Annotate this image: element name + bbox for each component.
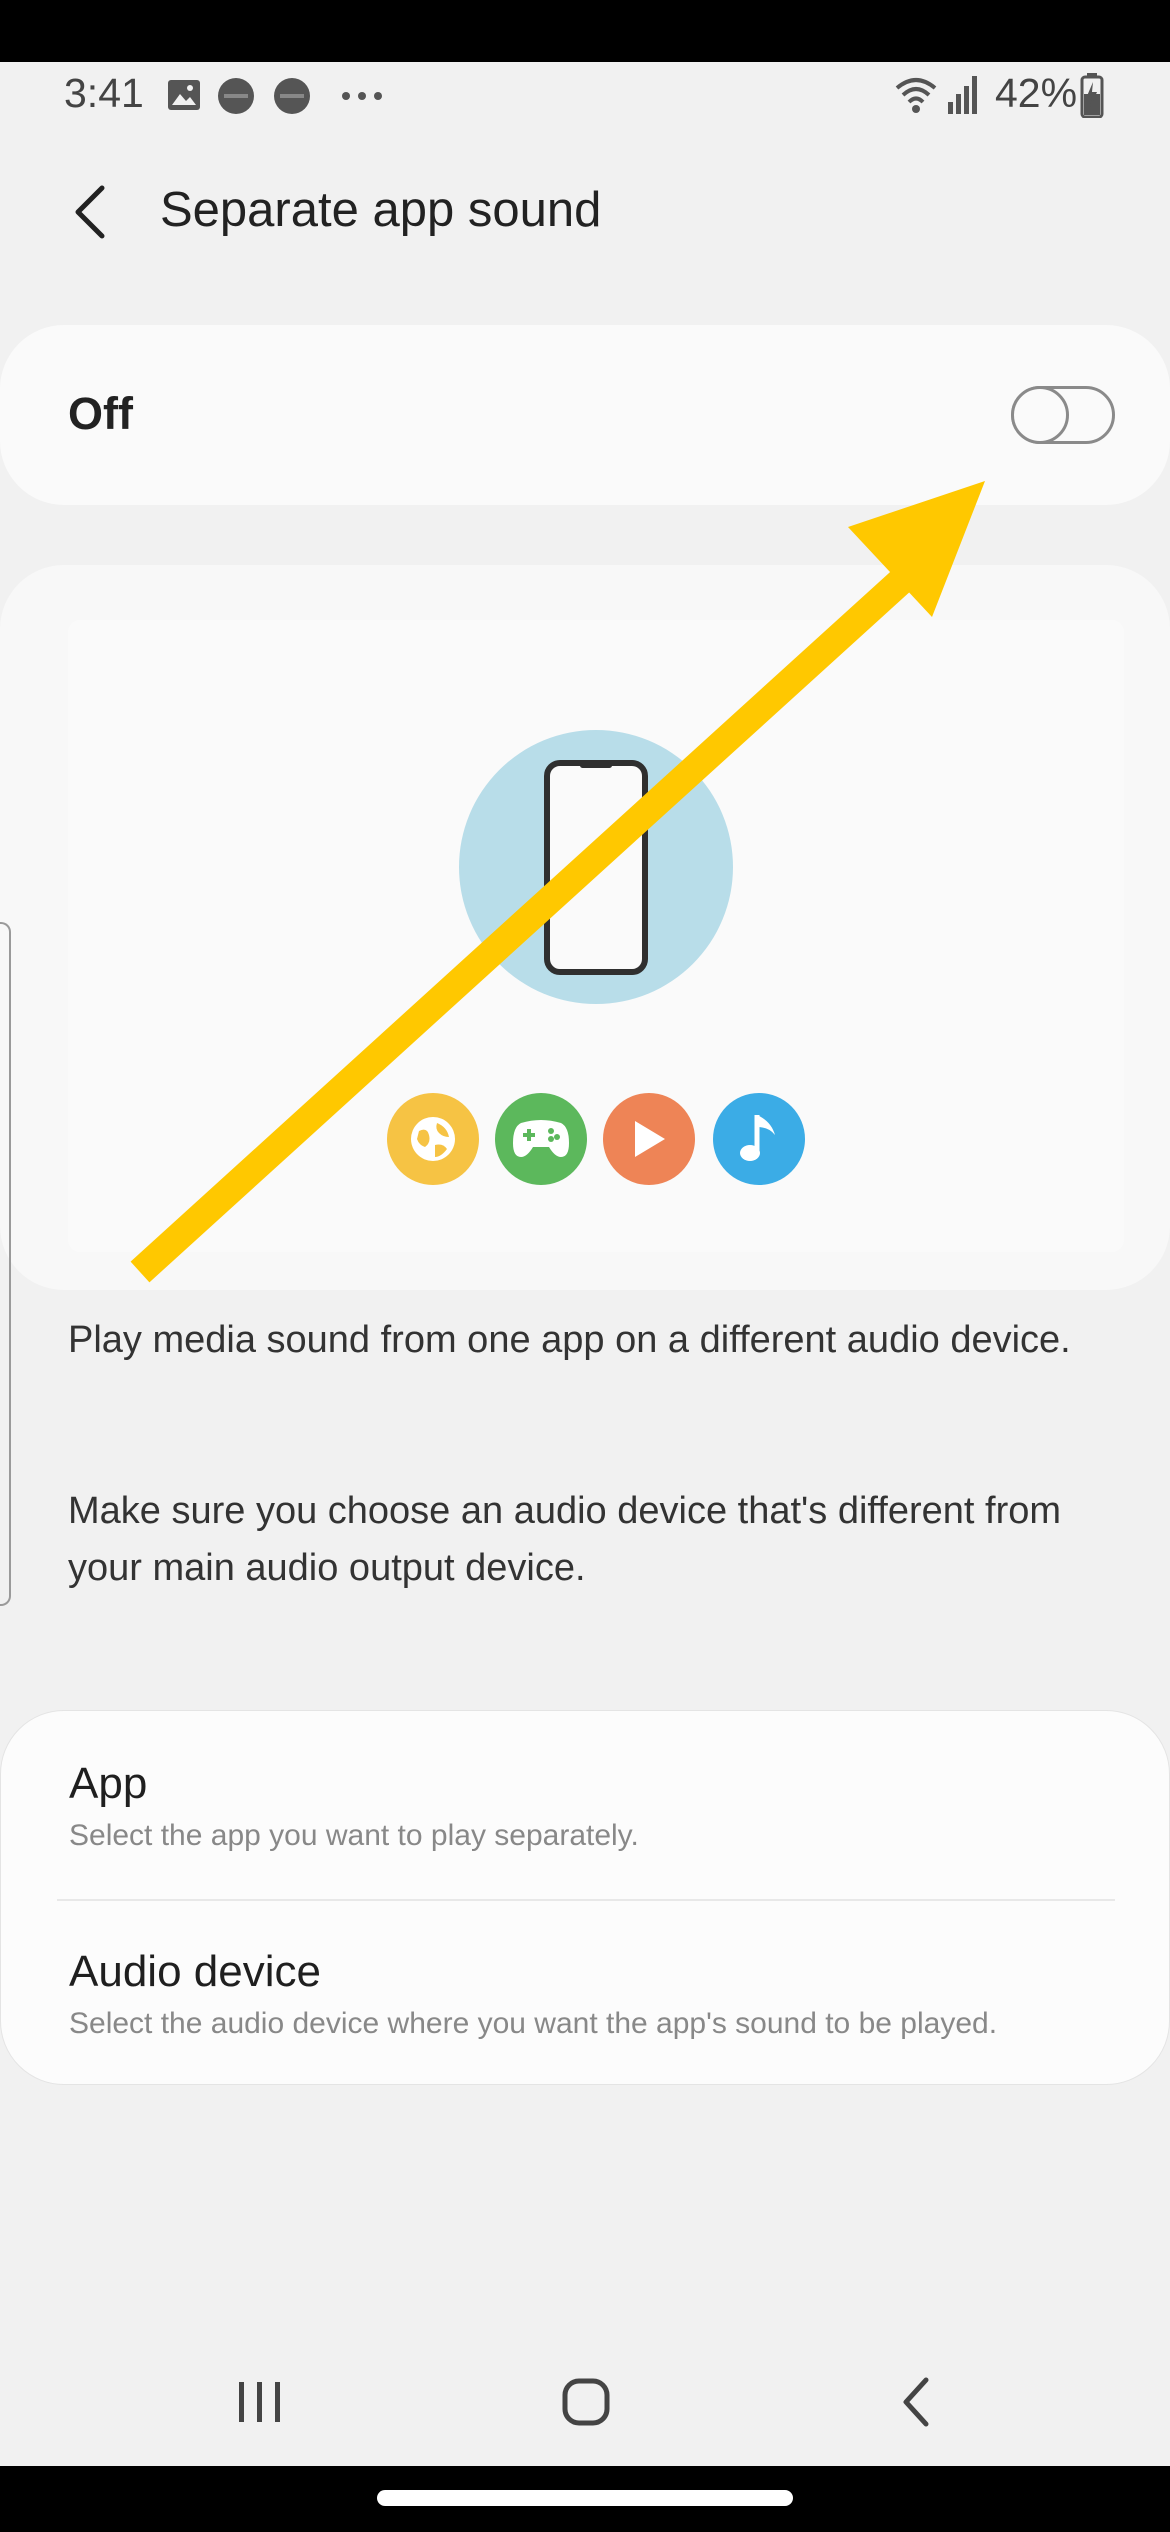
edge-panel-handle[interactable] — [0, 922, 11, 1606]
recent-apps-icon — [239, 2382, 280, 2422]
game-icon — [495, 1093, 587, 1185]
description-paragraph-2: Make sure you choose an audio device tha… — [68, 1490, 1062, 1589]
description-paragraph-1: Play media sound from one app on a diffe… — [68, 1319, 1071, 1361]
battery-charging-icon — [1080, 73, 1104, 118]
notification-icon — [218, 78, 254, 114]
back-icon — [903, 2377, 929, 2427]
setting-app[interactable]: App Select the app you want to play sepa… — [1, 1711, 1170, 1896]
chevron-left-icon — [75, 185, 105, 239]
status-time: 3:41 — [64, 70, 144, 116]
gallery-icon — [168, 80, 200, 110]
home-icon — [562, 2378, 610, 2426]
nav-back-button[interactable] — [861, 2372, 971, 2432]
music-note-icon — [713, 1093, 805, 1185]
video-play-icon — [603, 1093, 695, 1185]
status-bar: 3:41 42% — [0, 62, 1170, 134]
signal-icon — [948, 76, 977, 114]
back-button[interactable] — [58, 176, 122, 248]
home-indicator-bar[interactable] — [377, 2490, 793, 2506]
phone-icon — [544, 760, 648, 975]
wifi-icon — [895, 78, 937, 113]
setting-audio-device[interactable]: Audio device Select the audio device whe… — [1, 1901, 1170, 2086]
battery-percent: 42% — [995, 70, 1078, 116]
setting-app-subtitle: Select the app you want to play separate… — [69, 1819, 639, 1852]
master-toggle-row[interactable]: Off — [0, 325, 1170, 505]
setting-audio-device-subtitle: Select the audio device where you want t… — [69, 2007, 998, 2040]
recent-apps-button[interactable] — [205, 2372, 315, 2432]
more-dots-icon — [342, 92, 382, 100]
top-bezel — [0, 0, 1170, 62]
home-button[interactable] — [531, 2372, 641, 2432]
internet-icon — [387, 1093, 479, 1185]
notification-icon — [274, 78, 310, 114]
toggle-knob — [1011, 386, 1069, 444]
setting-audio-device-title: Audio device — [69, 1947, 321, 1996]
phone-speaker — [580, 763, 612, 768]
toggle-state-label: Off — [68, 388, 133, 439]
settings-card: App Select the app you want to play sepa… — [0, 1710, 1170, 2085]
setting-app-title: App — [69, 1759, 148, 1808]
page-title: Separate app sound — [160, 183, 602, 237]
